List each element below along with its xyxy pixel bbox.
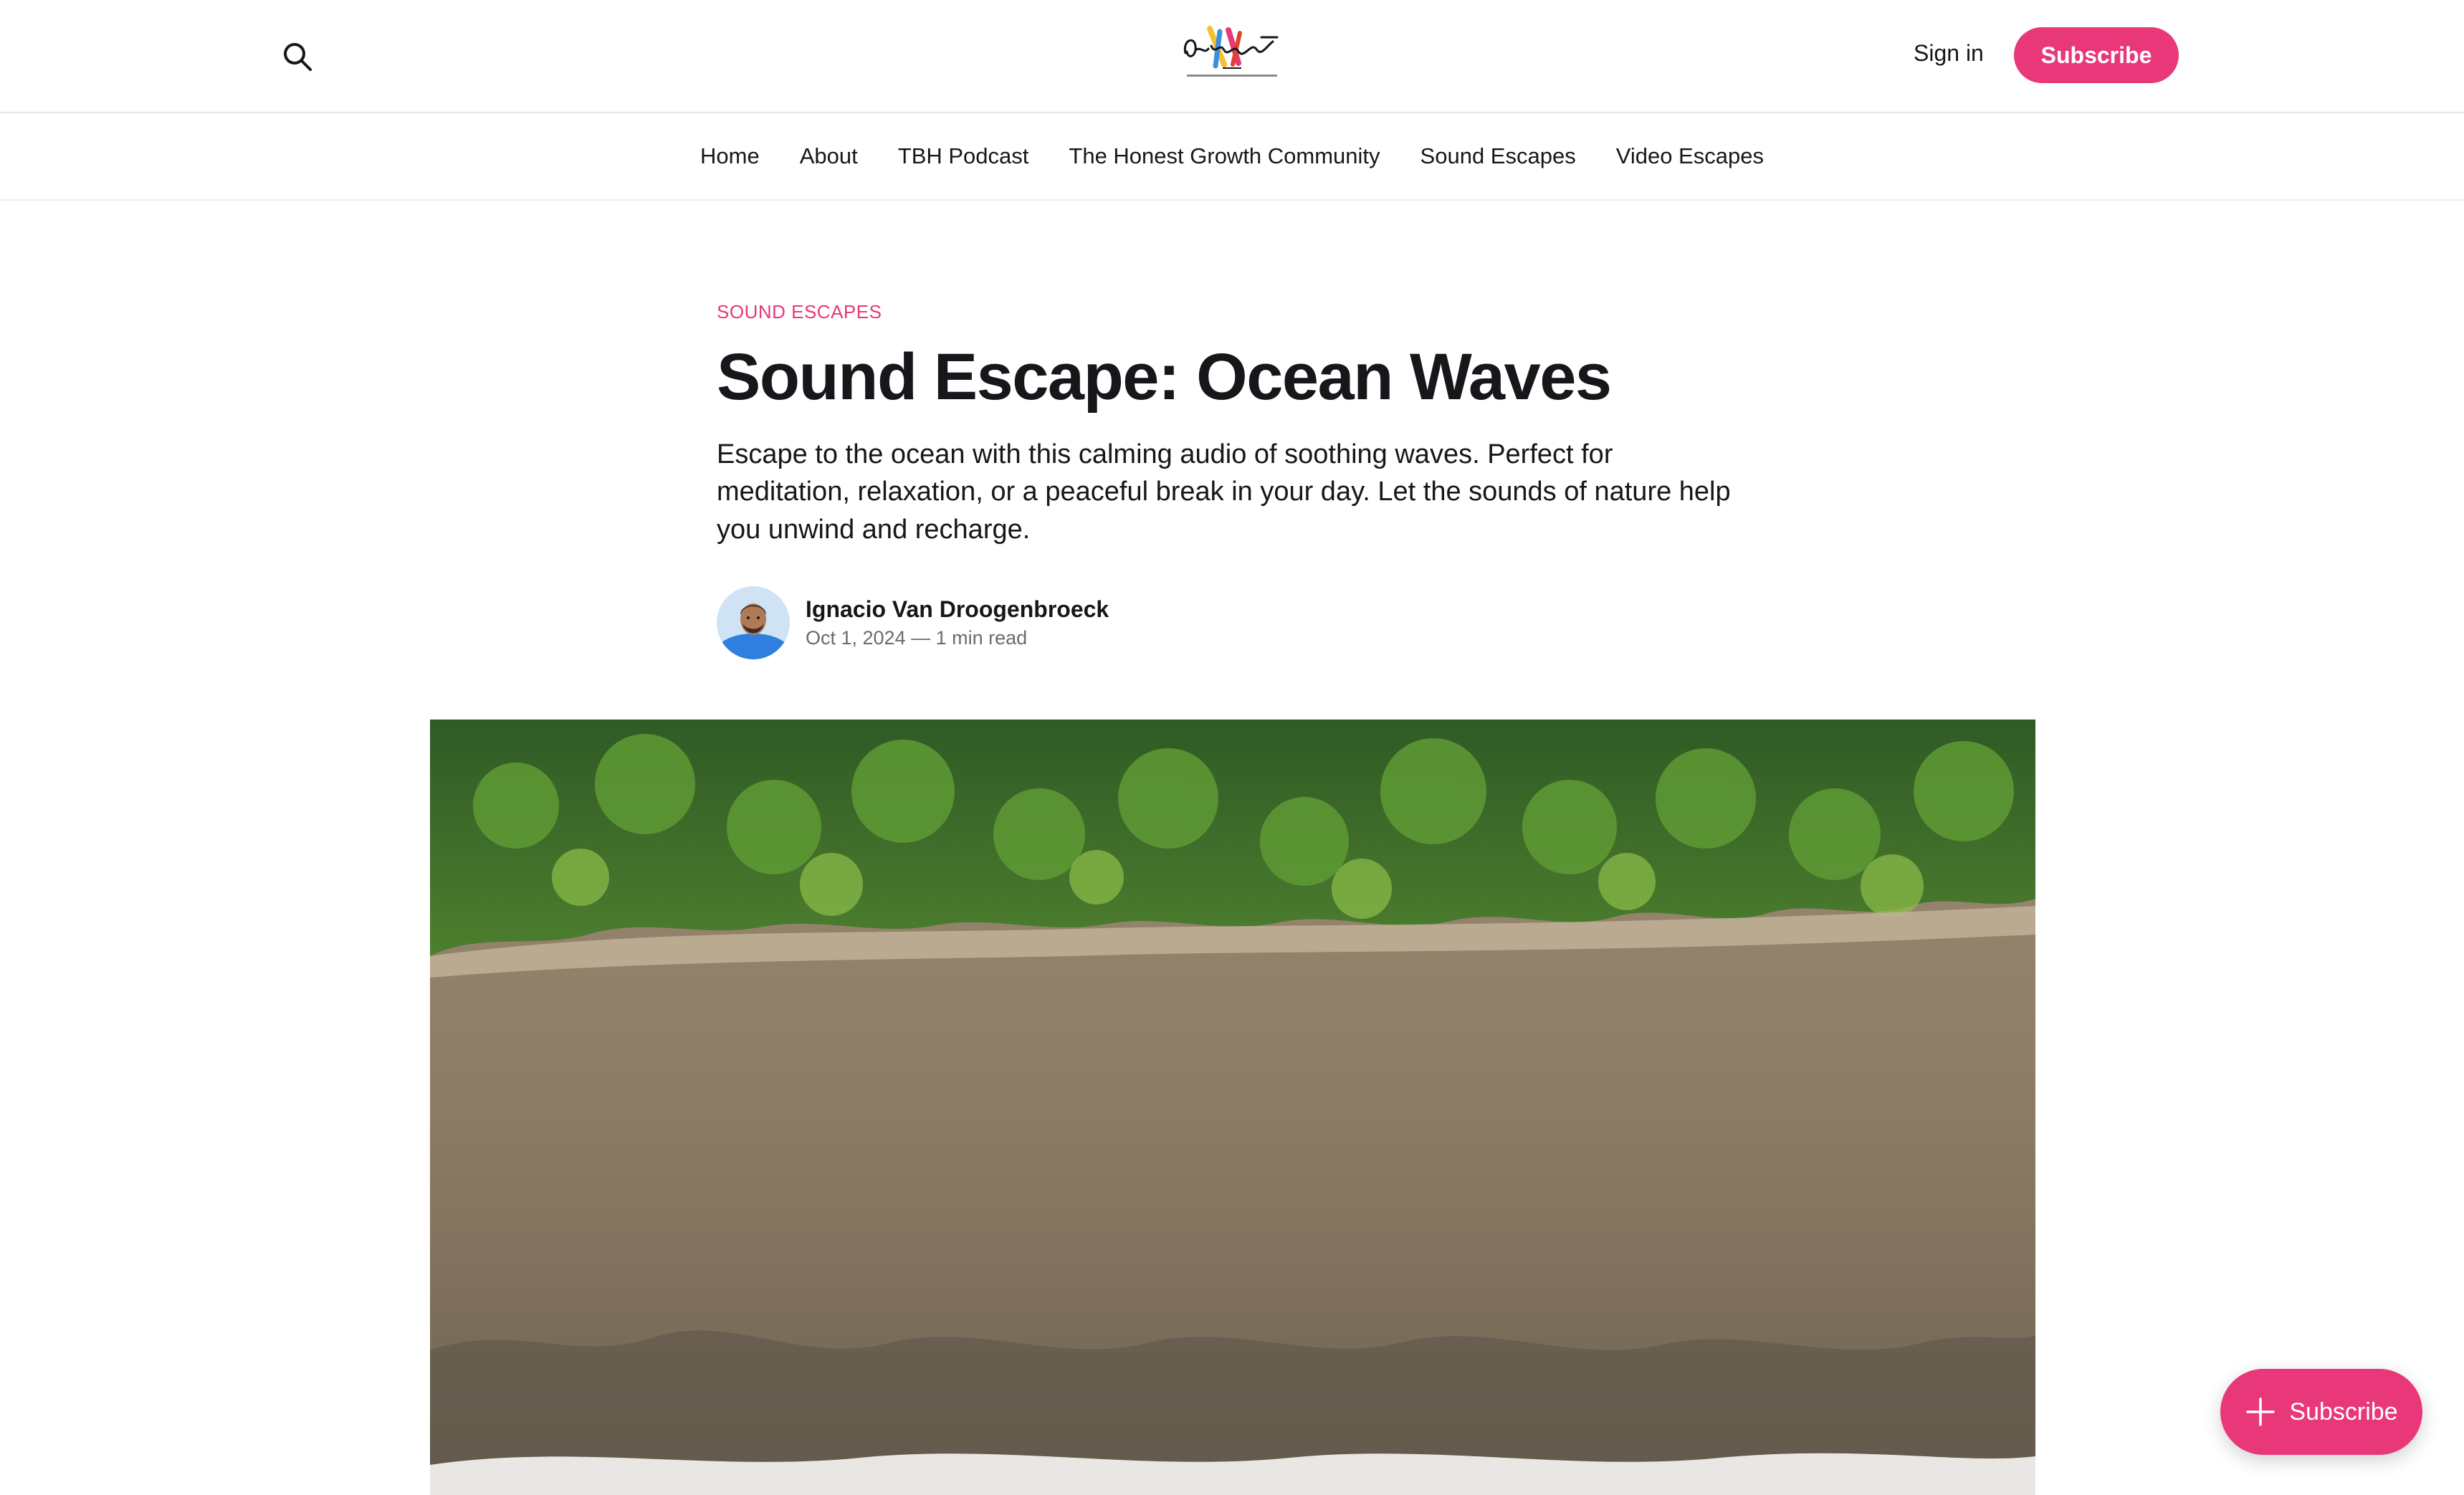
feature-image xyxy=(430,720,2035,1495)
article-tag[interactable]: SOUND ESCAPES xyxy=(717,301,1742,323)
nav-item-home[interactable]: Home xyxy=(700,143,760,169)
sign-in-link[interactable]: Sign in xyxy=(1914,40,1984,67)
search-icon xyxy=(284,43,312,71)
author-photo xyxy=(717,586,790,659)
aerial-beach-photo xyxy=(430,720,2035,1495)
article-header: SOUND ESCAPES Sound Escape: Ocean Waves … xyxy=(717,301,1742,575)
main-nav: Home About TBH Podcast The Honest Growth… xyxy=(0,113,2464,201)
article-title: Sound Escape: Ocean Waves xyxy=(717,340,1612,414)
nav-item-tbh-podcast[interactable]: TBH Podcast xyxy=(898,143,1029,169)
search-button[interactable] xyxy=(280,39,317,76)
floating-subscribe-label: Subscribe xyxy=(2289,1398,2398,1425)
being-honest-logo xyxy=(1183,26,1279,77)
nav-item-sound-escapes[interactable]: Sound Escapes xyxy=(1420,143,1576,169)
article-date-readtime: Oct 1, 2024 — 1 min read xyxy=(806,627,1028,649)
nav-item-video-escapes[interactable]: Video Escapes xyxy=(1616,143,1764,169)
article-excerpt: Escape to the ocean with this calming au… xyxy=(717,439,1731,545)
plus-icon xyxy=(2246,1398,2276,1426)
nav-item-about[interactable]: About xyxy=(800,143,858,169)
author-avatar[interactable] xyxy=(717,586,790,659)
site-logo[interactable] xyxy=(1173,24,1291,86)
byline-meta: Ignacio Van Droogenbroeck Oct 1, 2024 — … xyxy=(806,596,1109,649)
floating-subscribe-button[interactable]: Subscribe xyxy=(2220,1369,2422,1455)
author-name[interactable]: Ignacio Van Droogenbroeck xyxy=(806,596,1109,623)
subscribe-button[interactable]: Subscribe xyxy=(2014,27,2179,83)
nav-item-honest-growth-community[interactable]: The Honest Growth Community xyxy=(1069,143,1380,169)
site-header: Sign in Subscribe xyxy=(0,0,2464,113)
article-byline: Ignacio Van Droogenbroeck Oct 1, 2024 — … xyxy=(717,586,1109,659)
